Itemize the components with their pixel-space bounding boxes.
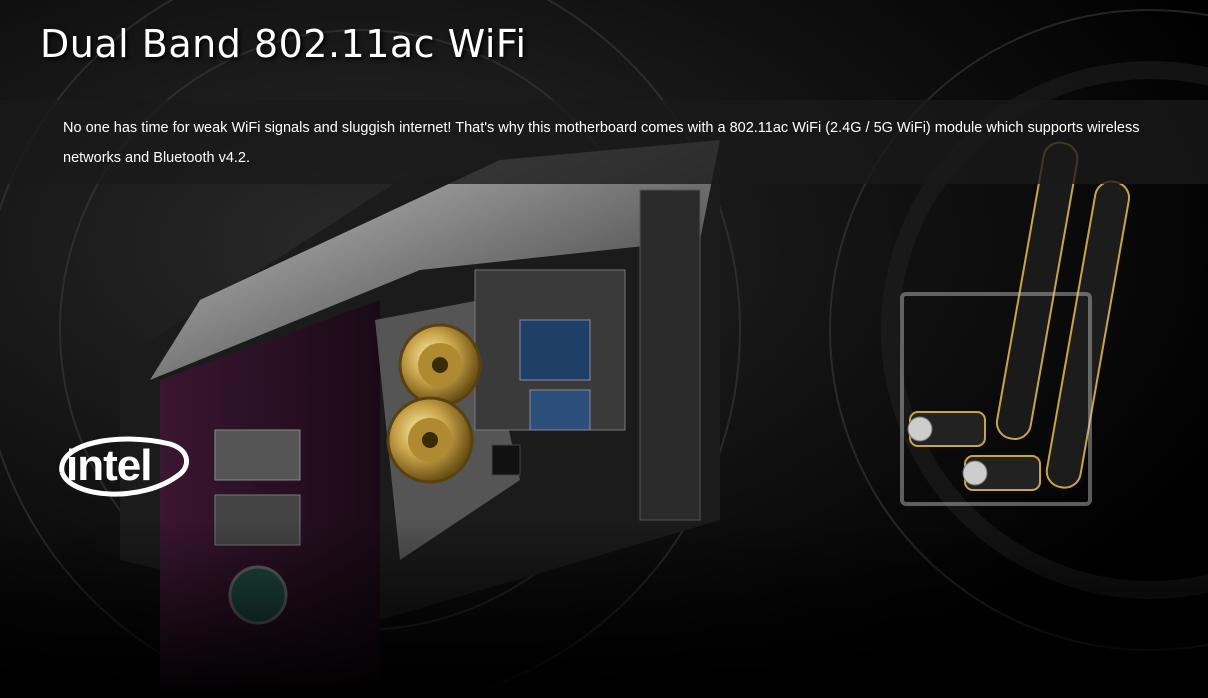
hero-banner: Dual Band 802.11ac WiFi No one has time … (0, 0, 1208, 698)
feature-description: No one has time for weak WiFi signals an… (63, 120, 1140, 166)
page-title: Dual Band 802.11ac WiFi (40, 22, 527, 66)
intel-logo: intel (52, 432, 192, 504)
intel-wordmark: intel (66, 441, 152, 490)
antenna-frame (900, 292, 1092, 506)
